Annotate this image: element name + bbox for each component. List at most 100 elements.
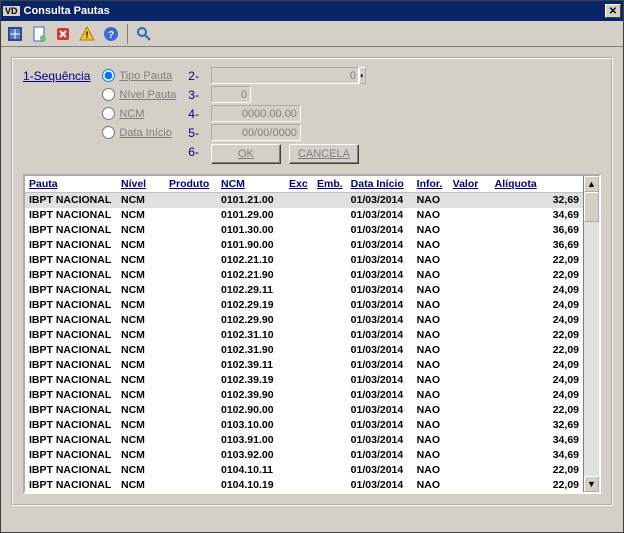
filter-form: 1-Sequência Tipo Pauta Nível Pauta NCM <box>23 67 601 162</box>
cell: 01/03/2014 <box>347 208 413 223</box>
sequencia-label: 1-Sequência <box>23 67 90 162</box>
table-row[interactable]: IBPT NACIONALNCM0102.21.9001/03/2014NAO2… <box>25 268 583 283</box>
cell <box>285 223 313 238</box>
field-5-input[interactable] <box>211 124 301 141</box>
cell <box>313 208 347 223</box>
col-pauta[interactable]: Pauta <box>25 176 117 193</box>
table-row[interactable]: IBPT NACIONALNCM0101.29.0001/03/2014NAO3… <box>25 208 583 223</box>
cell <box>285 313 313 328</box>
scroll-down-arrow-icon[interactable]: ▼ <box>584 476 599 492</box>
cell <box>165 433 217 448</box>
help-icon[interactable]: ? <box>101 24 121 44</box>
table-row[interactable]: IBPT NACIONALNCM0103.92.0001/03/2014NAO3… <box>25 448 583 463</box>
radio-ncm-input[interactable] <box>102 107 115 120</box>
data-grid: Pauta Nível Produto NCM Exc Emb. Data In… <box>23 174 601 494</box>
table-row[interactable]: IBPT NACIONALNCM0104.10.1101/03/2014NAO2… <box>25 463 583 478</box>
warning-icon[interactable]: ! <box>77 24 97 44</box>
cell: NCM <box>117 373 165 388</box>
grid-viewport[interactable]: Pauta Nível Produto NCM Exc Emb. Data In… <box>25 176 583 492</box>
spinner-button[interactable]: ◐ <box>359 67 366 84</box>
col-emb[interactable]: Emb. <box>313 176 347 193</box>
col-exc[interactable]: Exc <box>285 176 313 193</box>
cell <box>313 268 347 283</box>
cell: 0103.91.00 <box>217 433 285 448</box>
ok-button[interactable]: OK <box>211 144 281 164</box>
grid-icon[interactable] <box>5 24 25 44</box>
table-row[interactable]: IBPT NACIONALNCM0102.31.1001/03/2014NAO2… <box>25 328 583 343</box>
cancela-button[interactable]: CANCELA <box>289 144 359 164</box>
radio-nivel-pauta-input[interactable] <box>102 88 115 101</box>
table-row[interactable]: IBPT NACIONALNCM0103.91.0001/03/2014NAO3… <box>25 433 583 448</box>
cell: 24,09 <box>491 283 583 298</box>
cell: 01/03/2014 <box>347 298 413 313</box>
radio-tipo-pauta[interactable]: Tipo Pauta <box>102 67 176 84</box>
field-4-input[interactable] <box>211 105 301 122</box>
col-infor[interactable]: Infor. <box>413 176 449 193</box>
field-3-input[interactable] <box>211 86 251 103</box>
table-row[interactable]: IBPT NACIONALNCM0102.90.0001/03/2014NAO2… <box>25 403 583 418</box>
radio-data-inicio-input[interactable] <box>102 126 115 139</box>
vertical-scrollbar[interactable]: ▲ ▼ <box>583 176 599 492</box>
table-row[interactable]: IBPT NACIONALNCM0102.31.9001/03/2014NAO2… <box>25 343 583 358</box>
titlebar[interactable]: VD Consulta Pautas ✕ <box>1 1 623 21</box>
table-row[interactable]: IBPT NACIONALNCM0101.21.0001/03/2014NAO3… <box>25 193 583 208</box>
cell: 34,69 <box>491 208 583 223</box>
cell: 01/03/2014 <box>347 418 413 433</box>
table-row[interactable]: IBPT NACIONALNCM0102.39.1901/03/2014NAO2… <box>25 373 583 388</box>
scroll-up-arrow-icon[interactable]: ▲ <box>584 176 599 192</box>
content-area: 1-Sequência Tipo Pauta Nível Pauta NCM <box>1 47 623 532</box>
radio-data-inicio[interactable]: Data Início <box>102 124 176 141</box>
search-icon[interactable] <box>134 24 154 44</box>
table-row[interactable]: IBPT NACIONALNCM0101.30.0001/03/2014NAO3… <box>25 223 583 238</box>
svg-text:?: ? <box>108 30 114 41</box>
cell <box>449 418 491 433</box>
col-data-inicio[interactable]: Data Início <box>347 176 413 193</box>
table-row[interactable]: IBPT NACIONALNCM0103.10.0001/03/2014NAO3… <box>25 418 583 433</box>
table-row[interactable]: IBPT NACIONALNCM0104.10.1901/03/2014NAO2… <box>25 478 583 493</box>
cell: IBPT NACIONAL <box>25 328 117 343</box>
cell: NAO <box>413 478 449 493</box>
col-aliquota[interactable]: Alíquota <box>491 176 583 193</box>
table-row[interactable]: IBPT NACIONALNCM0101.90.0001/03/2014NAO3… <box>25 238 583 253</box>
cell <box>285 388 313 403</box>
cell <box>165 343 217 358</box>
field-2-input[interactable] <box>211 67 359 84</box>
label-6: 6- <box>188 143 199 160</box>
cell <box>313 358 347 373</box>
cell <box>285 373 313 388</box>
field-2-spinner[interactable]: ◐ <box>211 67 251 84</box>
close-button[interactable]: ✕ <box>605 4 621 18</box>
scroll-thumb[interactable] <box>584 192 599 222</box>
col-ncm[interactable]: NCM <box>217 176 285 193</box>
cell: NAO <box>413 238 449 253</box>
table-row[interactable]: IBPT NACIONALNCM0102.39.1101/03/2014NAO2… <box>25 358 583 373</box>
document-icon[interactable] <box>29 24 49 44</box>
radio-tipo-pauta-input[interactable] <box>102 69 115 82</box>
cell <box>313 463 347 478</box>
col-nivel[interactable]: Nível <box>117 176 165 193</box>
cell: 0104.10.19 <box>217 478 285 493</box>
radio-nivel-pauta-label: Nível Pauta <box>119 89 176 101</box>
cell <box>285 448 313 463</box>
cell: IBPT NACIONAL <box>25 268 117 283</box>
table-row[interactable]: IBPT NACIONALNCM0102.21.1001/03/2014NAO2… <box>25 253 583 268</box>
cell <box>285 343 313 358</box>
table-row[interactable]: IBPT NACIONALNCM0102.29.1901/03/2014NAO2… <box>25 298 583 313</box>
cell <box>313 448 347 463</box>
cell: IBPT NACIONAL <box>25 463 117 478</box>
table-row[interactable]: IBPT NACIONALNCM0102.39.9001/03/2014NAO2… <box>25 388 583 403</box>
scroll-track[interactable] <box>584 192 599 476</box>
table-row[interactable]: IBPT NACIONALNCM0102.29.1101/03/2014NAO2… <box>25 283 583 298</box>
radio-nivel-pauta[interactable]: Nível Pauta <box>102 86 176 103</box>
delete-icon[interactable] <box>53 24 73 44</box>
cell <box>165 463 217 478</box>
cell: 22,09 <box>491 403 583 418</box>
cell: IBPT NACIONAL <box>25 208 117 223</box>
col-produto[interactable]: Produto <box>165 176 217 193</box>
cell: 34,69 <box>491 448 583 463</box>
table-row[interactable]: IBPT NACIONALNCM0102.29.9001/03/2014NAO2… <box>25 313 583 328</box>
cell <box>165 373 217 388</box>
cell <box>313 328 347 343</box>
radio-ncm[interactable]: NCM <box>102 105 176 122</box>
col-valor[interactable]: Valor <box>449 176 491 193</box>
